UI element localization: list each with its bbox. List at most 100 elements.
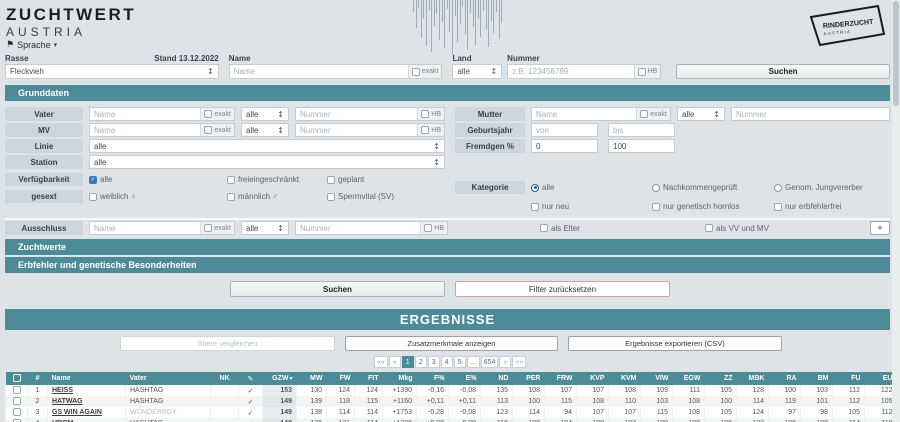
section-grunddaten[interactable]: Grunddaten [5,85,890,101]
checkbox-geplant[interactable] [327,176,335,184]
page-button-item[interactable]: … [467,356,480,368]
column-header-zz[interactable]: ZZ [705,372,737,385]
select-all-checkbox[interactable] [6,372,28,385]
ausschluss-filter-option-als-vv-und-mv[interactable]: als VV und MV [705,224,769,233]
gesext-option-weiblich[interactable]: weiblich ♀ [89,192,227,201]
kategorie-option-genom-jungvererber[interactable]: Genom. Jungvererber [774,183,890,192]
suchen-button-top[interactable]: Suchen [676,64,890,79]
checkbox-nur-genetisch-hornlos[interactable] [652,203,660,211]
verfuegbarkeit-option-freieingeschr-nkt[interactable]: freieingeschränkt [227,175,327,184]
row-checkbox[interactable] [13,419,21,422]
kategorie-filter-option-nur-genetisch-hornlos[interactable]: nur genetisch hornlos [652,202,774,211]
vater-land-select[interactable]: alle↕ [241,107,289,121]
checkbox-nur-erbfehlerfrei[interactable] [774,203,782,211]
checkbox-alle[interactable]: ✓ [89,176,97,184]
row-checkbox[interactable] [13,386,21,394]
column-header-frw[interactable]: FRW [545,372,577,385]
ausschluss-name-input[interactable] [90,222,200,234]
language-selector[interactable]: ⚑ Sprache ▾ [6,39,57,50]
ausschluss-nummer-input[interactable] [296,222,420,234]
mutter-exakt-checkbox[interactable] [640,110,648,118]
hb-checkbox[interactable] [638,68,646,76]
radio-alle[interactable] [531,184,539,192]
column-header-kvp[interactable]: KVP [577,372,609,385]
page-button-2[interactable]: 2 [415,356,427,368]
row-checkbox[interactable] [13,408,21,416]
column-header-viw[interactable]: VIW [641,372,673,385]
column-header-per[interactable]: PER [513,372,545,385]
gesext-option-m-nnlich[interactable]: männlich ♂ [227,192,327,201]
gesext-option-spermvital-sv[interactable]: Spermvital (SV) [327,192,445,201]
column-header-egw[interactable]: EGW [673,372,705,385]
mutter-land-select[interactable]: alle↕ [677,107,725,121]
column-header-mbk[interactable]: MBK [737,372,769,385]
bull-name-link[interactable]: HEISS [52,387,73,394]
vater-hb-checkbox[interactable] [421,110,429,118]
nummer-input[interactable] [508,65,633,78]
ausschluss-hb-checkbox[interactable] [424,224,432,232]
page-button-654[interactable]: 654 [481,356,499,368]
suchen-button-main[interactable]: Suchen [230,281,445,297]
page-arrow-button[interactable]: »» [512,356,526,368]
compare-bulls-button[interactable]: Stiere vergleichen [120,336,335,351]
row-checkbox[interactable] [13,397,21,405]
ausschluss-exakt-checkbox[interactable] [204,224,212,232]
page-arrow-button[interactable]: «« [374,356,388,368]
column-header-fu[interactable]: FU [833,372,865,385]
page-button-4[interactable]: 4 [441,356,453,368]
kategorie-option-nachkommengepr-ft[interactable]: Nachkommengeprüft [652,183,774,192]
fremdgen-von-input[interactable] [532,140,597,152]
column-header-f[interactable]: F% [417,372,449,385]
exakt-checkbox[interactable] [412,68,420,76]
bull-name-link[interactable]: HATWAG [52,398,83,405]
ausschluss-land-select[interactable]: alle↕ [241,221,289,235]
scrollbar-thumb[interactable] [893,1,899,106]
verfuegbarkeit-option-alle[interactable]: ✓alle [89,175,227,184]
mv-hb-checkbox[interactable] [421,126,429,134]
checkbox-als-vv-und-mv[interactable] [705,224,713,232]
column-header-fw[interactable]: FW [327,372,355,385]
column-header-mw[interactable]: MW [297,372,327,385]
radio-genom-jungvererber[interactable] [774,184,782,192]
mv-nummer-input[interactable] [296,124,417,136]
ausschluss-filter-option-als-elter[interactable]: als Elter [540,224,705,233]
checkbox-als-elter[interactable] [540,224,548,232]
column-header-vater[interactable]: Vater [126,372,211,385]
rasse-select[interactable]: Fleckvieh ↕ [5,64,219,79]
station-select[interactable]: alle↕ [89,155,445,169]
section-zuchtwerte[interactable]: Zuchtwerte [5,239,890,255]
column-header-kvm[interactable]: KVM [609,372,641,385]
page-button-3[interactable]: 3 [428,356,440,368]
column-header-e[interactable]: E% [449,372,481,385]
checkbox-nur-neu[interactable] [531,203,539,211]
kategorie-filter-option-nur-erbfehlerfrei[interactable]: nur erbfehlerfrei [774,202,890,211]
section-erbfehler[interactable]: Erbfehler und genetische Besonderheiten [5,257,890,273]
page-arrow-button[interactable]: « [389,356,401,368]
add-exclusion-button[interactable]: + [870,221,890,235]
page-button-1[interactable]: 1 [402,356,414,368]
land-select[interactable]: alle ↕ [452,64,502,79]
page-button-5[interactable]: 5 [454,356,466,368]
scrollbar[interactable] [892,0,900,422]
mutter-nummer-input[interactable] [732,108,889,120]
column-header-gzw[interactable]: GZW▾ [263,372,297,385]
radio-nachkommengepr-ft[interactable] [652,184,660,192]
select-all-checkbox-box[interactable] [13,374,21,382]
checkbox-spermvital-sv[interactable] [327,193,335,201]
vater-nummer-input[interactable] [296,108,417,120]
kategorie-option-alle[interactable]: alle [531,183,652,192]
page-arrow-button[interactable]: » [499,356,511,368]
edit-column-icon[interactable]: ✎ [239,372,263,385]
vater-exakt-checkbox[interactable] [204,110,212,118]
checkbox-freieingeschr-nkt[interactable] [227,176,235,184]
column-header-name[interactable]: Name [48,372,126,385]
checkbox-m-nnlich[interactable] [227,193,235,201]
column-header-ra[interactable]: RA [769,372,801,385]
column-header-fit[interactable]: FIT [355,372,383,385]
verfuegbarkeit-option-geplant[interactable]: geplant [327,175,445,184]
name-input[interactable] [230,65,408,78]
mv-exakt-checkbox[interactable] [204,126,212,134]
linie-select[interactable]: alle↕ [89,139,445,153]
export-csv-button[interactable]: Ergebnisse exportieren (CSV) [568,336,782,351]
extra-traits-button[interactable]: Zusatzmerkmale anzeigen [345,336,558,351]
